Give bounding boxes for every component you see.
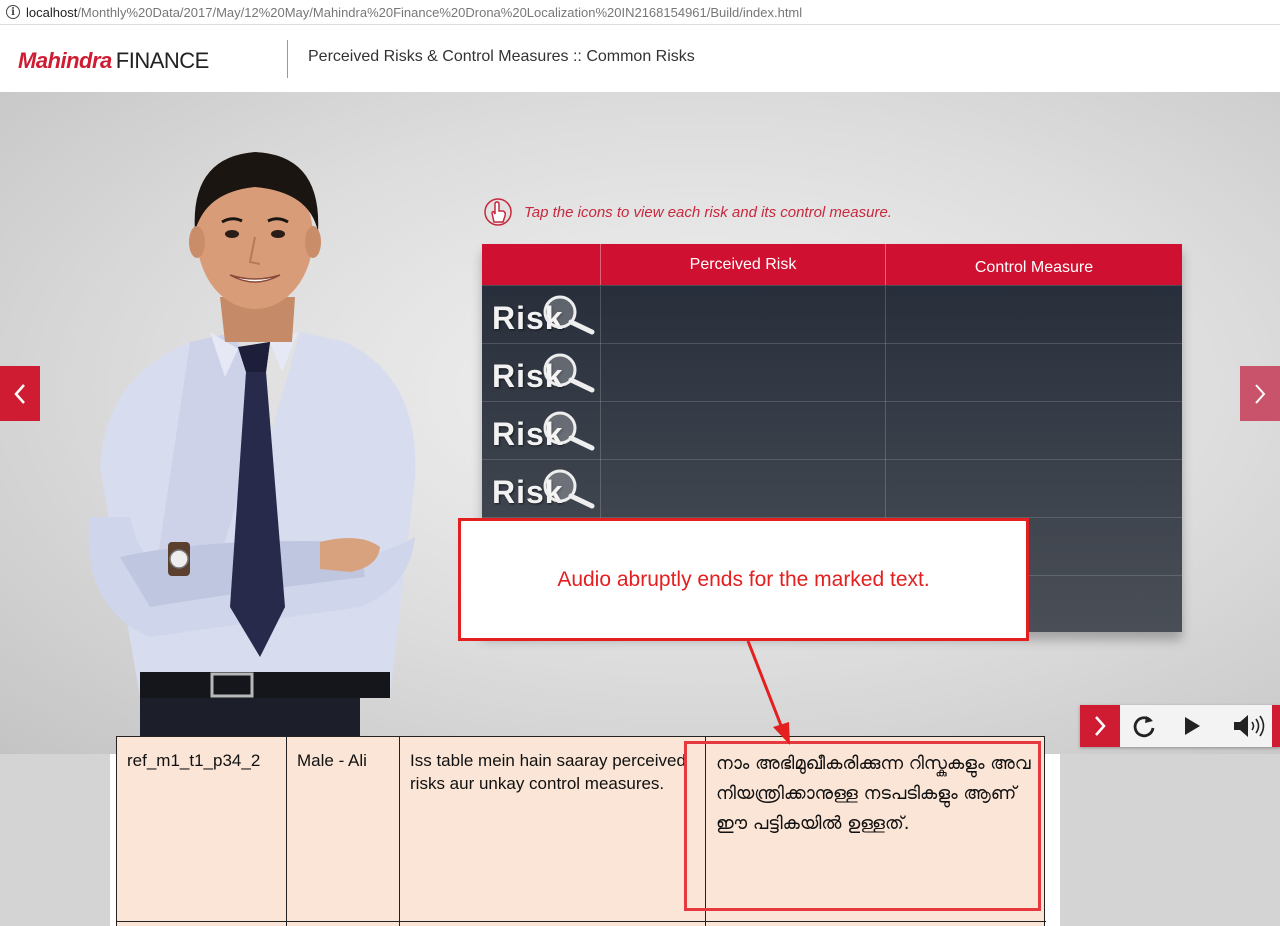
replay-icon [1133,716,1155,738]
risk-icon-button[interactable]: Risk [490,466,596,512]
presenter-illustration [88,152,416,754]
instruction-text: Tap the icons to view each risk and its … [524,203,892,221]
play-button[interactable] [1172,705,1212,747]
script-source-cell: Iss table mein hain saaray perceived ris… [400,737,706,926]
annotation-text: Audio abruptly ends for the marked text. [557,567,930,591]
url-host: localhost [26,4,78,20]
script-speaker-cell: Male - Ali [287,737,400,926]
speaker-icon [1234,715,1265,737]
column-header-control-measure: Control Measure [885,244,1182,285]
risk-icon-button[interactable]: Risk [490,408,596,454]
previous-page-button[interactable] [0,366,40,421]
audio-button[interactable] [1226,705,1272,747]
logo-finance: FINANCE [115,48,210,73]
risk-row: Risk [482,459,1182,518]
marked-text-highlight [684,741,1041,911]
instruction-hint: Tap the icons to view each risk and its … [482,196,892,228]
app-header: Mahindra FINANCE Perceived Risks & Contro… [0,26,1280,92]
info-icon[interactable]: i [6,5,20,19]
next-slide-button[interactable] [1080,705,1120,747]
magnifier-icon [543,353,595,393]
chevron-right-icon [1255,383,1266,404]
course-stage: Tap the icons to view each risk and its … [0,92,1280,754]
risk-row: Risk [482,285,1182,344]
mahindra-finance-logo: Mahindra FINANCE [18,48,209,74]
chevron-right-icon [1095,716,1106,736]
magnifier-icon [543,411,595,451]
risk-row: Risk [482,401,1182,460]
header-divider [287,40,288,78]
playback-controls [1080,705,1280,747]
script-ref-cell: ref_m1_t1_p34_2 [117,737,287,926]
logo-brand: Mahindra [18,48,112,73]
annotation-callout: Audio abruptly ends for the marked text. [458,518,1029,641]
play-icon [1185,717,1200,735]
tap-hand-icon [484,198,512,226]
risk-icon-button[interactable]: Risk [490,292,596,338]
address-bar[interactable]: i localhost /Monthly%20Data/2017/May/12%… [0,0,1280,25]
url-path: /Monthly%20Data/2017/May/12%20May/Mahind… [77,4,803,20]
next-page-button[interactable] [1240,366,1280,421]
risk-table-header: Perceived Risk Control Measure [482,244,1182,285]
chevron-left-icon [14,383,25,404]
magnifier-icon [543,295,595,335]
magnifier-icon [543,469,595,509]
risk-row: Risk [482,343,1182,402]
replay-button[interactable] [1124,705,1164,747]
risk-icon-button[interactable]: Risk [490,350,596,396]
page: i localhost /Monthly%20Data/2017/May/12%… [0,0,1280,926]
column-header-perceived-risk: Perceived Risk [600,244,885,285]
page-title: Perceived Risks & Control Measures :: Co… [308,48,695,65]
